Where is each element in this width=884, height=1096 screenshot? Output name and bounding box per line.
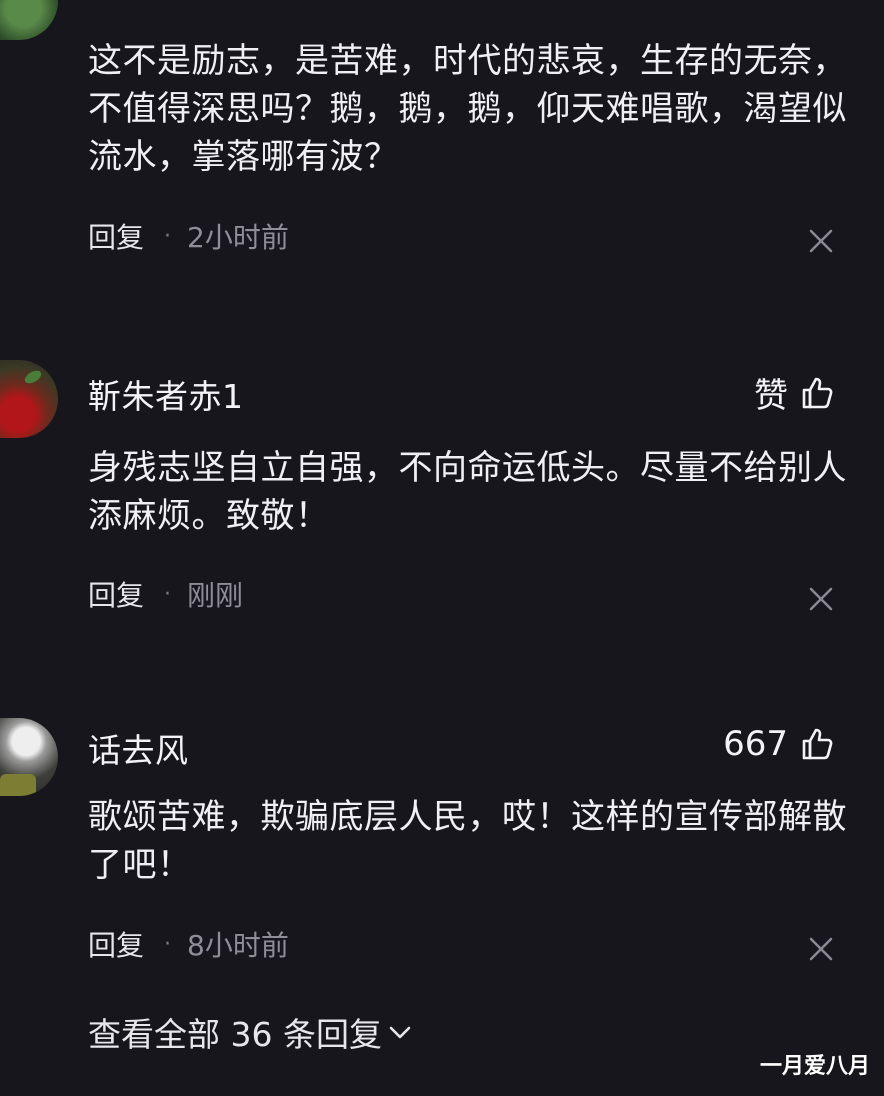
comment-text: 身残志坚自立自强，不向命运低头。尽量不给别人添麻烦。致敬！ (88, 448, 847, 536)
like-button[interactable]: 667 (723, 724, 836, 764)
avatar[interactable] (0, 360, 58, 438)
watermark: 一月爱八月 (759, 1054, 870, 1079)
avatar[interactable] (0, 718, 58, 796)
comment-list: 这不是励志，是苦难，时代的悲哀，生存的无奈，不值得深思吗？鹅，鹅，鹅，仰天难唱歌… (0, 0, 884, 1096)
reply-button[interactable]: 回复 (88, 574, 144, 614)
close-icon[interactable] (808, 586, 834, 612)
comment-meta: 回复 · 2小时前 (88, 216, 289, 256)
view-all-label: 查看全部 36 条回复 (88, 1015, 382, 1054)
timestamp: 8小时前 (187, 929, 289, 962)
separator-dot: · (164, 931, 172, 957)
reply-button[interactable]: 回复 (88, 216, 144, 256)
separator-dot: · (164, 223, 172, 249)
view-all-replies-button[interactable]: 查看全部 36 条回复 (88, 1008, 412, 1056)
like-count: 667 (723, 724, 788, 764)
thumbs-up-icon (802, 377, 833, 408)
timestamp: 刚刚 (187, 579, 244, 612)
separator-dot: · (164, 581, 172, 607)
like-count: 赞 (754, 376, 788, 416)
reply-button[interactable]: 回复 (88, 924, 144, 964)
timestamp: 2小时前 (187, 221, 289, 254)
comment-text: 歌颂苦难，欺骗底层人民，哎！这样的宣传部解散了吧！ (88, 797, 847, 885)
comment-meta: 回复 · 8小时前 (88, 924, 289, 964)
avatar[interactable] (0, 0, 58, 40)
like-button[interactable]: 赞 (754, 368, 836, 417)
comment-meta: 回复 · 刚刚 (88, 574, 243, 614)
username[interactable]: 话去风 (88, 724, 189, 772)
thumbs-up-icon (802, 728, 833, 760)
chevron-down-icon (389, 1026, 411, 1039)
close-icon[interactable] (808, 936, 834, 962)
comment-text: 这不是励志，是苦难，时代的悲哀，生存的无奈，不值得深思吗？鹅，鹅，鹅，仰天难唱歌… (88, 41, 847, 177)
username[interactable]: 靳朱者赤1 (88, 370, 244, 418)
close-icon[interactable] (808, 228, 834, 254)
